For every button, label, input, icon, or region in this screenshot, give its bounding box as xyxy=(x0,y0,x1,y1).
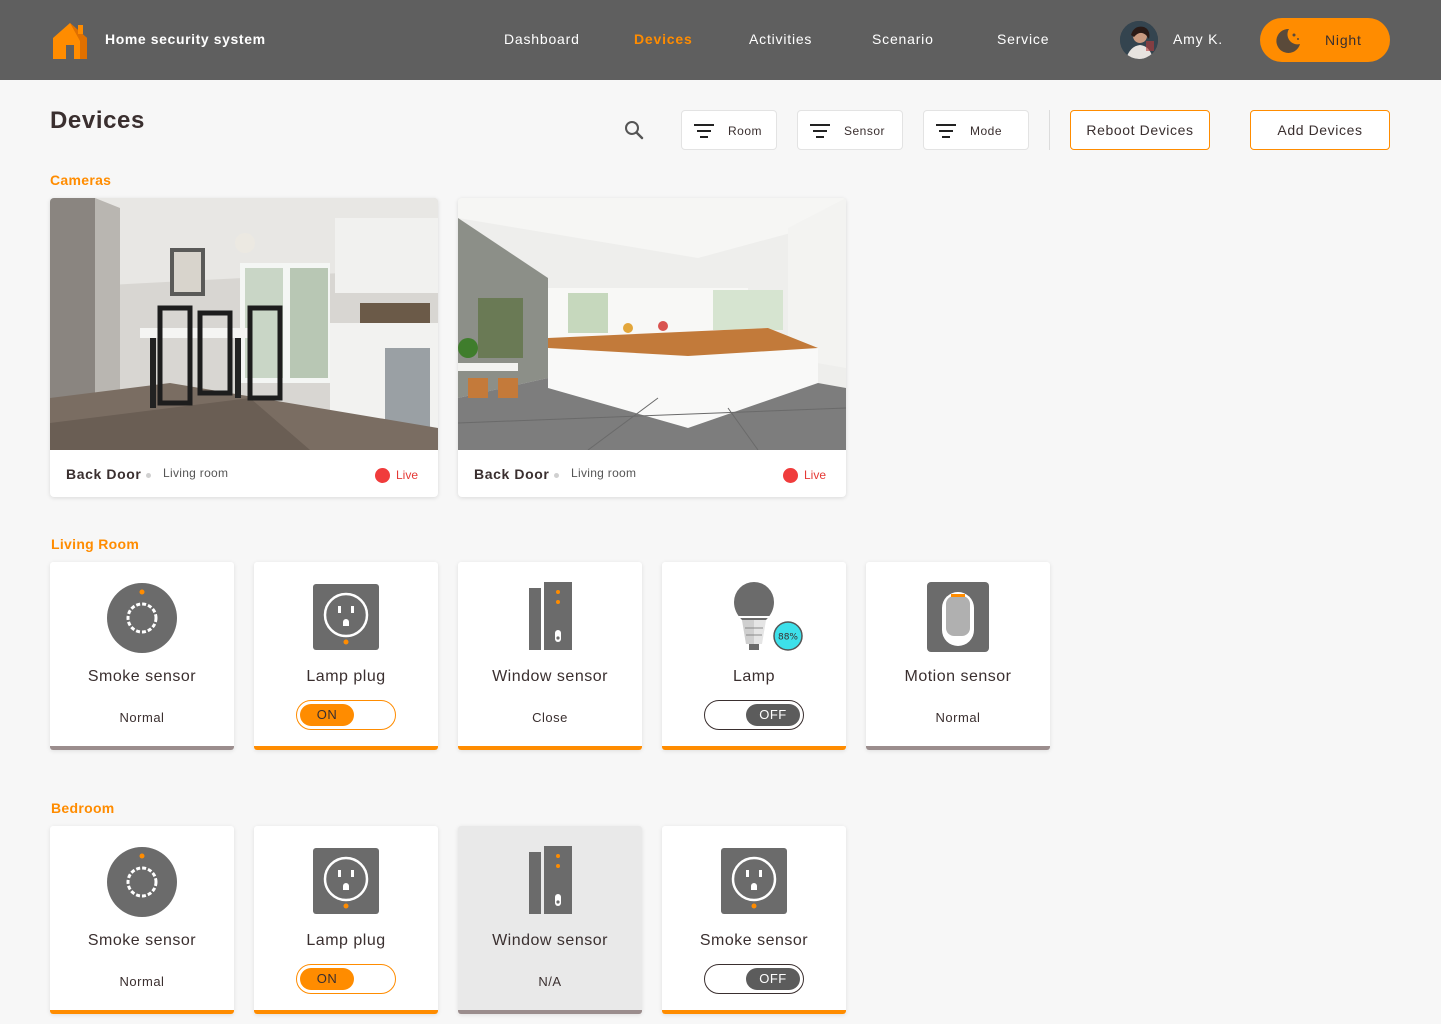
device-status: Normal xyxy=(119,710,165,725)
filter-sensor-button[interactable]: Sensor xyxy=(797,110,903,150)
device-card-lamp[interactable]: 88% Lamp OFF xyxy=(662,562,846,750)
device-name: Window sensor xyxy=(492,668,608,685)
plug-icon xyxy=(313,848,379,914)
toggle-label: OFF xyxy=(746,704,800,726)
device-status: Close xyxy=(532,710,568,725)
camera-name: Back Door xyxy=(474,466,550,482)
device-card-lamp-plug[interactable]: Lamp plug ON xyxy=(254,826,438,1014)
status-bar xyxy=(458,746,642,750)
camera-room: Living room xyxy=(571,466,637,480)
filter-icon xyxy=(694,124,714,138)
app-title: Home security system xyxy=(105,31,266,47)
live-indicator-icon xyxy=(783,468,798,483)
camera-feed-image[interactable] xyxy=(50,198,438,450)
live-indicator-icon xyxy=(375,468,390,483)
motion-sensor-icon xyxy=(927,582,989,652)
top-bar: Home security system Dashboard Devices A… xyxy=(0,0,1441,80)
page-title: Devices xyxy=(50,107,145,134)
camera-card[interactable]: Back Door Living room Live xyxy=(50,198,438,497)
filter-icon xyxy=(810,124,830,138)
divider xyxy=(1049,110,1050,150)
smoke-sensor-icon xyxy=(107,583,177,653)
nav-activities[interactable]: Activities xyxy=(749,31,812,47)
device-name: Lamp xyxy=(732,668,776,685)
device-name: Motion sensor xyxy=(904,668,1012,685)
filter-room-label: Room xyxy=(728,124,763,138)
moon-icon xyxy=(1276,28,1300,53)
section-title-living-room: Living Room xyxy=(51,536,140,552)
nav-dashboard[interactable]: Dashboard xyxy=(504,31,580,47)
status-bar xyxy=(662,1010,846,1014)
status-bar xyxy=(50,1010,234,1014)
filter-room-button[interactable]: Room xyxy=(681,110,777,150)
device-card-lamp-plug[interactable]: Lamp plug ON xyxy=(254,562,438,750)
device-card-window-sensor[interactable]: Window sensor N/A xyxy=(458,826,642,1014)
live-label: Live xyxy=(396,468,419,482)
device-card-smoke-sensor[interactable]: Smoke sensor Normal xyxy=(50,826,234,1014)
plug-icon xyxy=(313,584,379,650)
device-card-motion-sensor[interactable]: Motion sensor Normal xyxy=(866,562,1050,750)
section-title-cameras: Cameras xyxy=(50,172,112,188)
device-name: Lamp plug xyxy=(306,668,386,685)
power-toggle[interactable]: OFF xyxy=(704,964,804,994)
add-devices-button[interactable]: Add Devices xyxy=(1250,110,1390,150)
device-name: Window sensor xyxy=(492,932,608,949)
reboot-devices-button[interactable]: Reboot Devices xyxy=(1070,110,1210,150)
night-mode-button[interactable]: Night xyxy=(1260,18,1390,62)
device-name: Smoke sensor xyxy=(699,932,809,949)
filter-sensor-label: Sensor xyxy=(844,124,886,138)
status-bar xyxy=(254,746,438,750)
camera-name: Back Door xyxy=(66,466,142,482)
mode-label: Night xyxy=(1325,32,1362,48)
power-toggle[interactable]: ON xyxy=(296,964,396,994)
filter-icon xyxy=(936,124,956,138)
power-toggle[interactable]: ON xyxy=(296,700,396,730)
window-sensor-icon xyxy=(529,582,572,650)
status-bar xyxy=(866,746,1050,750)
camera-room: Living room xyxy=(163,466,229,480)
device-name: Smoke sensor xyxy=(87,932,197,949)
home-logo-icon[interactable] xyxy=(50,20,90,60)
toggle-label: OFF xyxy=(746,968,800,990)
device-card-smoke-sensor[interactable]: Smoke sensor Normal xyxy=(50,562,234,750)
search-icon[interactable] xyxy=(622,118,646,142)
device-status: Normal xyxy=(935,710,981,725)
status-bar xyxy=(254,1010,438,1014)
camera-card[interactable]: Back Door Living room Live xyxy=(458,198,846,497)
device-name: Lamp plug xyxy=(306,932,386,949)
brightness-value: 88% xyxy=(778,633,798,643)
smoke-sensor-icon xyxy=(107,847,177,917)
toggle-label: ON xyxy=(300,704,354,726)
nav-devices[interactable]: Devices xyxy=(634,31,693,47)
nav-service[interactable]: Service xyxy=(997,31,1049,47)
filter-mode-button[interactable]: Mode xyxy=(923,110,1029,150)
separator-dot xyxy=(146,473,151,478)
status-bar xyxy=(458,1010,642,1014)
section-title-bedroom: Bedroom xyxy=(51,800,115,816)
brightness-badge-icon: 88% xyxy=(773,621,803,651)
user-name[interactable]: Amy K. xyxy=(1173,31,1223,47)
plug-icon xyxy=(721,848,787,914)
power-toggle[interactable]: OFF xyxy=(704,700,804,730)
device-status: Normal xyxy=(119,974,165,989)
device-card-window-sensor[interactable]: Window sensor Close xyxy=(458,562,642,750)
device-card-smoke-sensor-plug[interactable]: Smoke sensor OFF xyxy=(662,826,846,1014)
toggle-label: ON xyxy=(300,968,354,990)
status-bar xyxy=(50,746,234,750)
status-bar xyxy=(662,746,846,750)
device-status: N/A xyxy=(538,974,562,989)
live-label: Live xyxy=(804,468,827,482)
window-sensor-icon xyxy=(529,846,572,914)
device-name: Smoke sensor xyxy=(87,668,197,685)
filter-mode-label: Mode xyxy=(970,124,1003,138)
nav-scenario[interactable]: Scenario xyxy=(872,31,934,47)
avatar[interactable] xyxy=(1120,21,1158,59)
camera-feed-image[interactable] xyxy=(458,198,846,450)
separator-dot xyxy=(554,473,559,478)
